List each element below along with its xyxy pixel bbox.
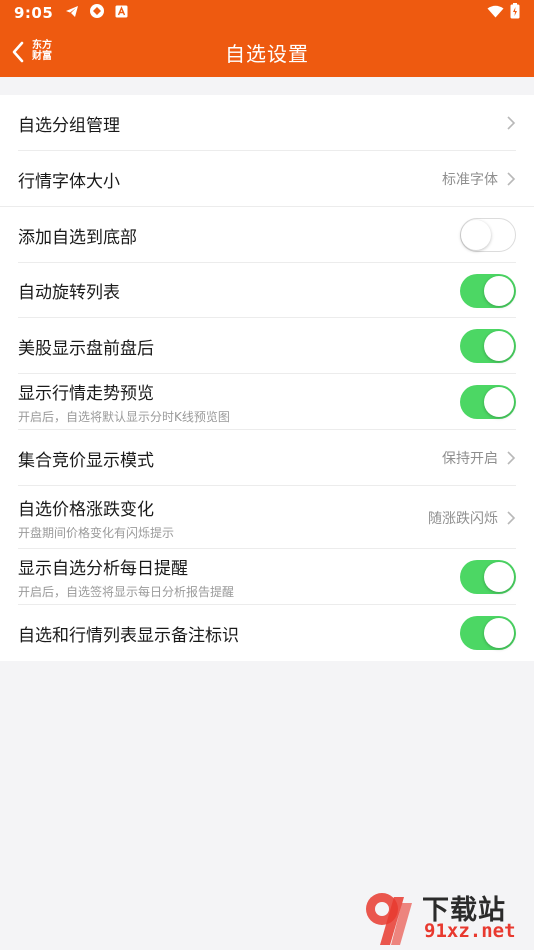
toggle-switch[interactable] <box>460 218 516 252</box>
nav-bar: 东方 财富 自选设置 <box>0 26 534 77</box>
watermark-text-bottom: 91xz.net <box>424 920 516 942</box>
setting-label: 显示行情走势预览 <box>18 384 154 404</box>
setting-price-change[interactable]: 自选价格涨跌变化 开盘期间价格变化有闪烁提示 随涨跌闪烁 <box>0 486 534 549</box>
row-right <box>460 385 516 419</box>
setting-label: 美股显示盘前盘后 <box>18 338 154 359</box>
setting-label: 自选价格涨跌变化 <box>18 499 154 520</box>
row-right: 标准字体 <box>442 169 516 189</box>
setting-daily-reminder: 显示自选分析每日提醒 开启后，自选签将显示每日分析报告提醒 <box>0 549 534 605</box>
status-bar: 9:05 <box>0 0 534 26</box>
chevron-right-icon <box>507 451 516 465</box>
row-text: 添加自选到底部 <box>18 223 137 248</box>
setting-auction-mode[interactable]: 集合竞价显示模式 保持开启 <box>0 430 534 486</box>
row-text: 显示自选分析每日提醒 开启后，自选签将显示每日分析报告提醒 <box>18 554 234 600</box>
setting-label: 显示自选分析每日提醒 <box>18 559 188 579</box>
battery-icon <box>510 3 520 23</box>
row-text: 显示行情走势预览 开启后，自选将默认显示分时K线预览图 <box>18 379 230 425</box>
setting-label: 自选和行情列表显示备注标识 <box>18 625 239 646</box>
row-right <box>460 218 516 252</box>
setting-add-to-bottom: 添加自选到底部 <box>0 207 534 263</box>
toggle-switch[interactable] <box>460 329 516 363</box>
setting-auto-rotate-list: 自动旋转列表 <box>0 263 534 318</box>
setting-label: 行情字体大小 <box>18 171 120 192</box>
toggle-switch[interactable] <box>460 560 516 594</box>
setting-value: 标准字体 <box>442 172 498 188</box>
setting-us-premarket: 美股显示盘前盘后 <box>0 318 534 374</box>
setting-value: 保持开启 <box>442 451 498 467</box>
row-right: 保持开启 <box>442 448 516 468</box>
row-text: 集合竞价显示模式 <box>18 446 154 471</box>
row-text: 自选和行情列表显示备注标识 <box>18 621 239 646</box>
setting-group-management[interactable]: 自选分组管理 <box>0 95 534 151</box>
status-time: 9:05 <box>14 4 54 22</box>
toggle-switch[interactable] <box>460 616 516 650</box>
status-icons-right <box>487 3 520 23</box>
telegram-icon <box>65 4 79 22</box>
setting-label: 自选分组管理 <box>18 115 120 136</box>
setting-label: 集合竞价显示模式 <box>18 450 154 471</box>
toggle-knob <box>461 219 491 250</box>
toggle-knob <box>484 562 514 592</box>
row-right <box>460 616 516 650</box>
toggle-knob <box>484 331 514 361</box>
watermark-logo-icon <box>366 893 412 945</box>
toggle-knob <box>484 387 514 417</box>
chevron-right-icon <box>507 510 516 525</box>
setting-description: 开启后，自选签将显示每日分析报告提醒 <box>18 585 235 599</box>
row-right: 随涨跌闪烁 <box>428 508 516 528</box>
row-text: 自选价格涨跌变化 开盘期间价格变化有闪烁提示 <box>18 495 174 541</box>
row-right <box>460 329 516 363</box>
setting-remark-mark: 自选和行情列表显示备注标识 <box>0 605 534 661</box>
app-header: 9:05 东方 财富 自选设置 <box>0 0 534 77</box>
watermark: 下载站 91xz.net <box>360 886 532 948</box>
setting-description: 开启后，自选将默认显示分时K线预览图 <box>18 410 230 424</box>
setting-label: 添加自选到底部 <box>18 227 137 248</box>
page-title: 自选设置 <box>225 42 309 66</box>
row-right <box>460 560 516 594</box>
chevron-right-icon <box>507 116 516 130</box>
settings-list: 自选分组管理 行情字体大小 标准字体 添加自选到底部 自动旋转列表 美股显示盘前… <box>0 95 534 661</box>
setting-trend-preview: 显示行情走势预览 开启后，自选将默认显示分时K线预览图 <box>0 374 534 430</box>
sync-icon <box>89 3 105 23</box>
chevron-right-icon <box>507 172 516 186</box>
status-icons-left <box>65 3 128 23</box>
row-text: 美股显示盘前盘后 <box>18 334 154 359</box>
setting-label: 自动旋转列表 <box>18 283 120 303</box>
wifi-icon <box>487 4 504 22</box>
toggle-knob <box>484 275 514 306</box>
row-right <box>506 115 516 131</box>
toggle-switch[interactable] <box>460 385 516 419</box>
row-text: 自动旋转列表 <box>18 278 120 303</box>
row-text: 行情字体大小 <box>18 167 120 192</box>
row-right <box>460 273 516 308</box>
toggle-switch[interactable] <box>460 273 516 308</box>
setting-value: 随涨跌闪烁 <box>428 510 498 527</box>
setting-font-size[interactable]: 行情字体大小 标准字体 <box>0 151 534 207</box>
text-a-icon <box>115 4 128 22</box>
toggle-knob <box>484 618 514 648</box>
setting-description: 开盘期间价格变化有闪烁提示 <box>18 525 175 540</box>
row-text: 自选分组管理 <box>18 111 120 136</box>
